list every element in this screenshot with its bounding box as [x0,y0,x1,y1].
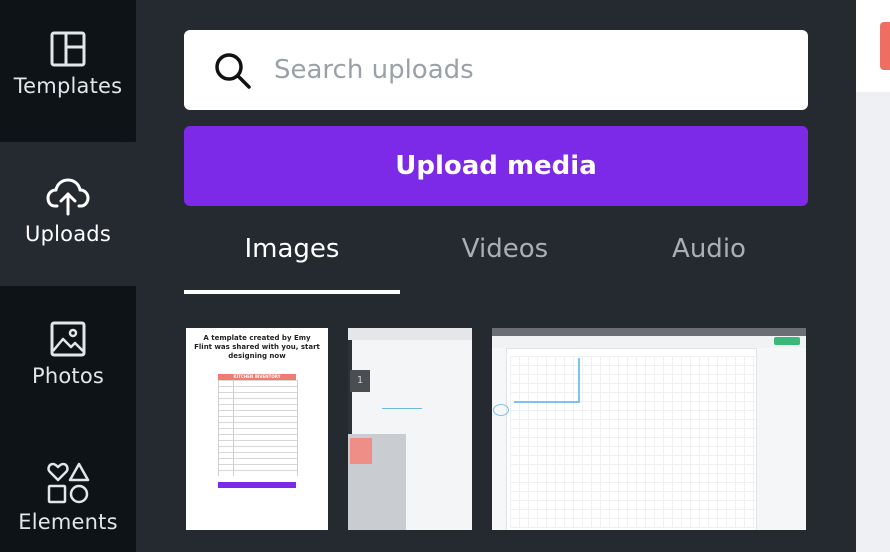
rail-item-elements[interactable]: Elements [0,430,136,552]
rail-item-uploads[interactable]: Uploads [0,142,136,286]
thumbnail-titlebar [348,328,472,340]
thumbnail-layer: 1 [350,370,370,392]
thumbnail-action-button [774,337,800,345]
tab-label: Audio [672,234,746,264]
thumbnail-panel [756,348,806,530]
tab-images[interactable]: Images [184,234,400,274]
thumbnail-title: A template created by Emy Flint was shar… [194,334,320,360]
thumbnail-arrow [578,358,580,402]
image-icon [50,321,86,357]
search-icon [215,53,251,89]
upload-thumbnail[interactable]: 1 [348,328,472,530]
thumbnail-highlight [493,404,509,416]
thumbnail-arrow [514,401,580,403]
tab-videos[interactable]: Videos [400,234,610,274]
tab-audio[interactable]: Audio [610,234,808,274]
tab-label: Images [244,234,340,264]
upload-media-button[interactable]: Upload media [184,126,808,206]
canvas-toolbar-button[interactable] [880,22,890,70]
rail-item-label: Photos [31,364,105,388]
upload-media-label: Upload media [395,151,597,181]
thumbnail-arrow [382,408,422,409]
thumbnail-button-graphic [218,482,296,488]
side-rail: Templates Uploads Photos Elements [0,0,136,552]
search-input[interactable] [272,54,776,86]
table-divider [233,380,234,476]
upload-thumbnail[interactable] [492,328,806,530]
thumbnail-titlebar [492,328,806,336]
inventory-table [218,380,298,476]
search-box [184,30,808,110]
thumbnail-sidebar [492,348,507,530]
upload-thumbnail[interactable]: A template created by Emy Flint was shar… [186,328,328,530]
shapes-icon [47,462,90,504]
layer-digit: 1 [356,375,364,386]
tab-label: Videos [461,234,549,264]
rail-item-label: Elements [18,510,118,534]
rail-item-label: Templates [13,74,123,98]
rail-item-label: Uploads [25,222,111,246]
thumbnail-swatch [350,438,372,464]
rail-item-templates[interactable]: Templates [0,0,136,142]
active-tab-indicator [184,290,400,294]
templates-icon [50,31,86,67]
cloud-upload-icon [46,178,90,216]
thumbnail-grid [510,356,770,528]
rail-item-photos[interactable]: Photos [0,286,136,430]
